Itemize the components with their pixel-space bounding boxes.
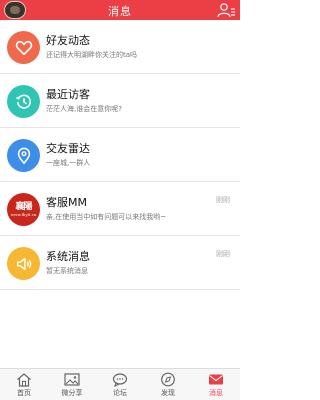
tab-messages[interactable]: 消息 — [192, 369, 240, 400]
list-item-customer-service[interactable]: 襄陽 www.lhy8.cn 客服MM 亲,在使用当中如有问题可以来找我哟~ 刚… — [0, 182, 240, 236]
item-description: 茫茫人海,谁会在意你呢? — [46, 105, 122, 113]
logo-subtext: www.lhy8.cn — [10, 211, 37, 217]
image-icon — [64, 373, 80, 386]
item-description: 亲,在使用当中如有问题可以来找我哟~ — [46, 213, 167, 221]
clock-icon — [7, 85, 40, 118]
tab-forum[interactable]: 论坛 — [96, 369, 144, 400]
item-title: 好友动态 — [46, 34, 90, 47]
list-item-friend-updates[interactable]: 好友动态 还记得大明湖畔你关注的ta吗 — [0, 20, 240, 74]
service-logo-icon: 襄陽 www.lhy8.cn — [7, 193, 40, 226]
header-bar: 消息 — [0, 0, 240, 20]
tab-discover[interactable]: 发现 — [144, 369, 192, 400]
speaker-icon — [7, 247, 40, 280]
list-item-recent-visitors[interactable]: 最近访客 茫茫人海,谁会在意你呢? — [0, 74, 240, 128]
item-description: 还记得大明湖畔你关注的ta吗 — [46, 51, 138, 59]
bottom-tab-bar: 首页 微分享 论坛 发现 消息 — [0, 368, 240, 400]
location-pin-icon — [7, 139, 40, 172]
item-title: 交友雷达 — [46, 142, 90, 155]
item-title: 系统消息 — [46, 250, 90, 263]
mail-icon — [209, 374, 223, 385]
item-time: 刚刚 — [216, 196, 230, 204]
heart-icon — [7, 31, 40, 64]
page-title: 消息 — [108, 5, 132, 18]
message-list: 好友动态 还记得大明湖畔你关注的ta吗 最近访客 茫茫人海,谁会在意你呢? 交友… — [0, 20, 240, 290]
tab-label: 论坛 — [113, 389, 127, 397]
item-description: 暂无系统消息 — [46, 267, 88, 275]
tab-label: 首页 — [17, 389, 31, 397]
list-item-friend-radar[interactable]: 交友雷达 一座城,一群人 — [0, 128, 240, 182]
tab-label: 消息 — [209, 389, 223, 397]
tab-micro-share[interactable]: 微分享 — [48, 369, 96, 400]
chat-bubble-icon — [112, 373, 128, 387]
list-item-system-messages[interactable]: 系统消息 暂无系统消息 刚刚 — [0, 236, 240, 290]
tab-home[interactable]: 首页 — [0, 369, 48, 400]
item-description: 一座城,一群人 — [46, 159, 91, 167]
item-title: 最近访客 — [46, 88, 90, 101]
compass-icon — [161, 372, 175, 387]
item-title: 客服MM — [46, 196, 87, 209]
tab-label: 发现 — [161, 389, 175, 397]
tab-label: 微分享 — [61, 389, 83, 397]
item-time: 刚刚 — [216, 250, 230, 258]
user-settings-icon[interactable] — [216, 2, 236, 18]
home-icon — [17, 373, 31, 387]
logo-text: 襄陽 — [15, 201, 32, 212]
